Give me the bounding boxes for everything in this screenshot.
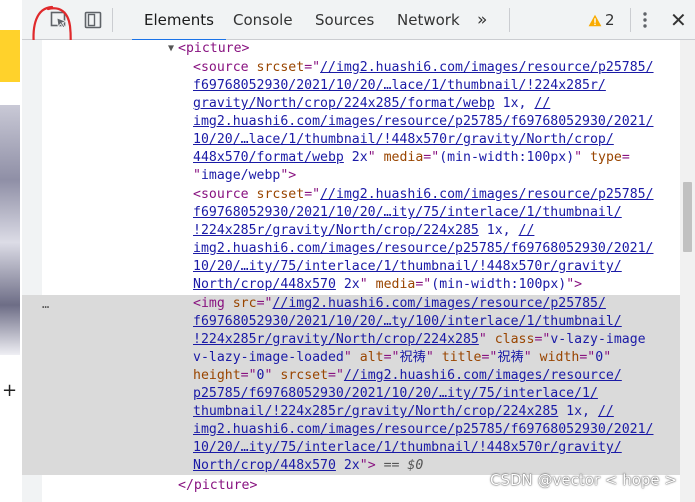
- tab-elements[interactable]: Elements: [132, 0, 226, 41]
- dom-text-line: 10/20/…lace/1/thumbnail/!448x570r/gravit…: [193, 132, 614, 147]
- dom-node-img-selected[interactable]: … <img src="//img2.huashi6.com/images/res…: [22, 295, 680, 313]
- vertical-scrollbar[interactable]: [680, 40, 695, 502]
- inspect-element-icon[interactable]: [50, 11, 68, 29]
- dom-text-line: img2.huashi6.com/images/resource/p25785/…: [193, 241, 654, 256]
- dom-node-picture[interactable]: ▼ <picture>: [22, 40, 680, 58]
- dom-text-line: 10/20/…ity/75/interlace/1/thumbnail/!448…: [22, 439, 680, 457]
- watermark-text: CSDN @vector < hope >: [490, 471, 677, 489]
- elements-dom-tree: ▼ <picture> <source srcset="//img2.huashi…: [22, 40, 680, 502]
- device-toolbar-icon[interactable]: [84, 11, 102, 29]
- warning-count: 2: [605, 11, 615, 29]
- issues-counter-button[interactable]: 2: [588, 0, 615, 40]
- dom-text-line: v-lazy-image-loaded" alt="祝祷" title="祝祷"…: [22, 349, 680, 367]
- devtools-toolbar: Elements Console Sources Network » 2 ✕: [22, 0, 695, 41]
- tab-network[interactable]: Network: [395, 0, 462, 40]
- page-header-fragment: [0, 30, 20, 82]
- page-image-fragment: [0, 105, 20, 355]
- dom-text-line: 10/20/…ity/75/interlace/1/thumbnail/!448…: [193, 259, 622, 274]
- dom-text-line: 448x570/format/webp 2x" media="(min-widt…: [193, 150, 630, 165]
- dom-text-line: thumbnail/!224x285r/gravity/North/crop/2…: [22, 403, 680, 421]
- dom-text-line: f69768052930/2021/10/20/…ty/100/interlac…: [22, 313, 680, 331]
- dom-text-line: p25785/f69768052930/2021/10/20/…ity/75/i…: [22, 385, 680, 403]
- dom-text-line: !224x285r/gravity/North/crop/224x285" cl…: [22, 331, 680, 349]
- selected-node-marker: == $0: [383, 458, 424, 473]
- dom-node-source[interactable]: <source srcset="//img2.huashi6.com/image…: [22, 59, 680, 77]
- warning-icon: [588, 14, 602, 27]
- dom-text-line: f69768052930/2021/10/20/…ity/75/interlac…: [193, 205, 622, 220]
- tab-sources[interactable]: Sources: [313, 0, 376, 40]
- dom-text-line: gravity/North/crop/224x285/format/webp 1…: [193, 96, 551, 111]
- expand-triangle-icon[interactable]: ▼: [168, 40, 174, 58]
- dom-node-source[interactable]: <source srcset="//img2.huashi6.com/image…: [22, 186, 680, 204]
- dom-text-line: !224x285r/gravity/North/crop/224x285 1x,…: [193, 223, 535, 238]
- node-options-ellipsis[interactable]: …: [42, 295, 49, 313]
- toolbar-separator: [509, 8, 510, 32]
- srcset-link[interactable]: //img2.huashi6.com/images/resource/p2578…: [320, 60, 653, 75]
- tag-name: picture: [185, 41, 242, 56]
- dom-text-line: North/crop/448x570 2x" media="(min-width…: [193, 277, 583, 292]
- toolbar-separator: [112, 8, 113, 32]
- page-plus-glyph: +: [2, 380, 18, 401]
- dom-text-line: "image/webp">: [193, 168, 297, 183]
- dom-text-line: f69768052930/2021/10/20/…lace/1/thumbnai…: [193, 78, 606, 93]
- dom-text-line: height="0" srcset="//img2.huashi6.com/im…: [22, 367, 680, 385]
- toolbar-separator: [630, 8, 631, 32]
- dom-text-line: img2.huashi6.com/images/resource/p25785/…: [22, 421, 680, 439]
- more-tabs-button[interactable]: »: [477, 0, 487, 40]
- close-devtools-button[interactable]: ✕: [670, 0, 687, 40]
- tab-console[interactable]: Console: [231, 0, 295, 40]
- background-page-strip: +: [0, 0, 22, 502]
- kebab-menu-icon[interactable]: [639, 11, 651, 29]
- dom-text-line: img2.huashi6.com/images/resource/p25785/…: [193, 114, 654, 129]
- scrollbar-thumb[interactable]: [683, 182, 692, 252]
